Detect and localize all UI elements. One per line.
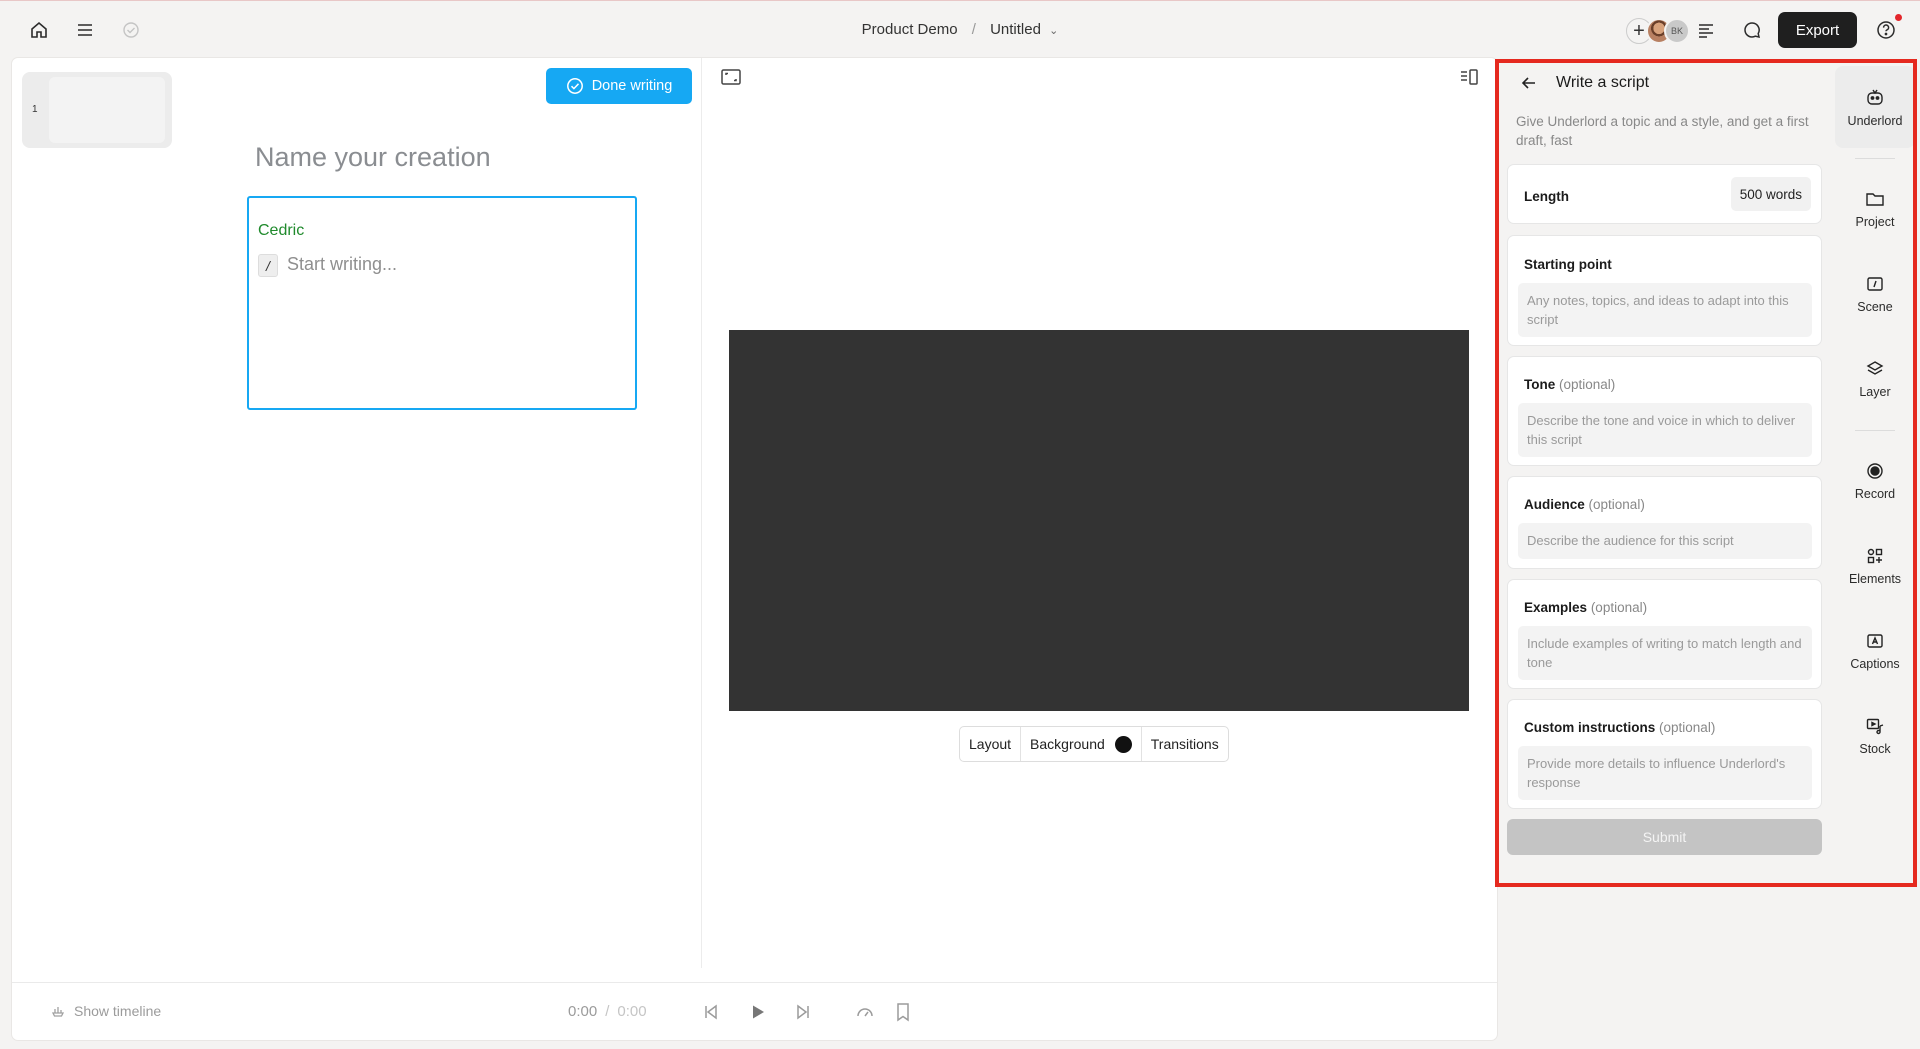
background-color-swatch[interactable] [1114, 735, 1132, 753]
starting-point-card: Starting point Any notes, topics, and id… [1507, 235, 1822, 346]
slash-command-key[interactable]: / [258, 254, 278, 277]
tool-label: Elements [1848, 572, 1902, 586]
tool-elements[interactable]: Elements [1835, 525, 1915, 607]
current-time: 0:00 [568, 1003, 598, 1020]
examples-label: Examples (optional) [1524, 600, 1648, 615]
playback-bar: Show timeline 0:00 / 0:00 [12, 982, 1497, 1040]
breadcrumb-separator: / [971, 21, 976, 38]
record-icon [1867, 463, 1883, 479]
script-panel-description: Give Underlord a topic and a style, and … [1516, 114, 1809, 148]
skip-forward-icon[interactable] [792, 1001, 814, 1023]
rail-divider [1855, 430, 1895, 431]
custom-instructions-card: Custom instructions (optional) Provide m… [1507, 699, 1822, 809]
skip-back-icon[interactable] [700, 1001, 722, 1023]
tool-label: Underlord [1847, 114, 1903, 128]
scene-icon [1867, 277, 1883, 291]
scene-controls: Layout Background Transitions [959, 726, 1229, 762]
speed-icon[interactable] [854, 1001, 876, 1023]
background-button[interactable]: Background [1021, 727, 1142, 761]
time-separator: / [605, 1003, 610, 1020]
tool-underlord[interactable]: Underlord [1835, 66, 1915, 148]
tone-label: Tone (optional) [1524, 377, 1616, 392]
length-select[interactable]: 500 words [1730, 177, 1811, 211]
scene-thumbnail[interactable]: 1 [22, 72, 172, 148]
scene-preview [49, 77, 165, 143]
stock-icon [1866, 718, 1884, 735]
scene-thumbnails: 1 [22, 72, 172, 148]
top-bar: Product Demo / Untitled ⌄ + BK Export [0, 0, 1920, 59]
done-writing-label: Done writing [591, 78, 673, 94]
elements-icon [1867, 548, 1883, 564]
back-arrow-icon[interactable] [1520, 74, 1538, 92]
tool-captions[interactable]: Captions [1835, 610, 1915, 692]
panel-toggle-icon[interactable] [1458, 66, 1480, 88]
breadcrumb-project[interactable]: Product Demo [862, 21, 958, 38]
speaker-name[interactable]: Cedric [258, 222, 304, 240]
tool-project[interactable]: Project [1835, 168, 1915, 250]
tool-label: Record [1854, 487, 1896, 501]
starting-point-label: Starting point [1524, 257, 1612, 272]
scene-number: 1 [32, 104, 38, 115]
tool-label: Captions [1850, 657, 1900, 671]
length-card: Length 500 words [1507, 164, 1822, 224]
done-writing-button[interactable]: Done writing [546, 68, 692, 104]
tool-stock[interactable]: Stock [1835, 695, 1915, 777]
captions-icon [1867, 634, 1883, 648]
script-panel-header: Write a script [1520, 74, 1649, 92]
transitions-button[interactable]: Transitions [1142, 727, 1228, 761]
tone-input[interactable]: Describe the tone and voice in which to … [1518, 403, 1812, 457]
play-icon[interactable] [746, 1001, 768, 1023]
rail-divider [1855, 158, 1895, 159]
editor-panel: 1 Done writing Name your creation Cedric… [12, 58, 1497, 1040]
background-label: Background [1030, 736, 1105, 752]
chevron-down-icon[interactable]: ⌄ [1049, 24, 1058, 37]
examples-input[interactable]: Include examples of writing to match len… [1518, 626, 1812, 680]
tool-label: Project [1855, 215, 1895, 229]
show-timeline-label: Show timeline [74, 1003, 162, 1019]
audience-input[interactable]: Describe the audience for this script [1518, 523, 1812, 559]
script-placeholder[interactable]: Start writing... [287, 254, 397, 275]
export-button[interactable]: Export [1778, 12, 1857, 48]
tone-card: Tone (optional) Describe the tone and vo… [1507, 356, 1822, 466]
pane-divider[interactable] [701, 58, 702, 968]
fullscreen-icon[interactable] [720, 66, 742, 88]
total-time: 0:00 [617, 1003, 647, 1020]
bookmark-icon[interactable] [892, 1001, 914, 1023]
script-panel-title: Write a script [1556, 74, 1650, 91]
starting-point-input[interactable]: Any notes, topics, and ideas to adapt in… [1518, 283, 1812, 337]
tool-label: Scene [1857, 300, 1893, 314]
document-title[interactable]: Untitled [990, 21, 1041, 38]
length-label: Length [1524, 189, 1569, 204]
submit-button[interactable]: Submit [1507, 819, 1822, 855]
collaborators[interactable]: + BK [1626, 16, 1690, 46]
video-canvas[interactable] [729, 330, 1469, 711]
tool-scene[interactable]: Scene [1835, 253, 1915, 335]
examples-card: Examples (optional) Include examples of … [1507, 579, 1822, 689]
notification-dot [1895, 14, 1902, 21]
script-editor[interactable]: Cedric / Start writing... [247, 196, 637, 410]
avatar-initials[interactable]: BK [1664, 18, 1690, 44]
creation-title-input[interactable]: Name your creation [255, 142, 491, 173]
tool-label: Stock [1859, 742, 1891, 756]
check-circle-icon [566, 78, 583, 94]
tool-record[interactable]: Record [1835, 440, 1915, 522]
layers-icon [1866, 361, 1884, 375]
folder-icon [1866, 193, 1884, 206]
audience-label: Audience (optional) [1524, 497, 1645, 512]
list-icon[interactable] [1692, 16, 1720, 44]
layout-button[interactable]: Layout [960, 727, 1022, 761]
playback-time: 0:00 / 0:00 [568, 1003, 647, 1020]
show-timeline-button[interactable]: Show timeline [50, 1003, 161, 1019]
custom-instructions-label: Custom instructions (optional) [1524, 720, 1716, 735]
robot-icon [1867, 89, 1883, 105]
tool-layer[interactable]: Layer [1835, 338, 1915, 420]
tool-label: Layer [1859, 385, 1891, 399]
custom-instructions-input[interactable]: Provide more details to influence Underl… [1518, 746, 1812, 800]
comment-icon[interactable] [1738, 16, 1766, 44]
audience-card: Audience (optional) Describe the audienc… [1507, 476, 1822, 569]
timeline-icon [51, 1007, 65, 1017]
